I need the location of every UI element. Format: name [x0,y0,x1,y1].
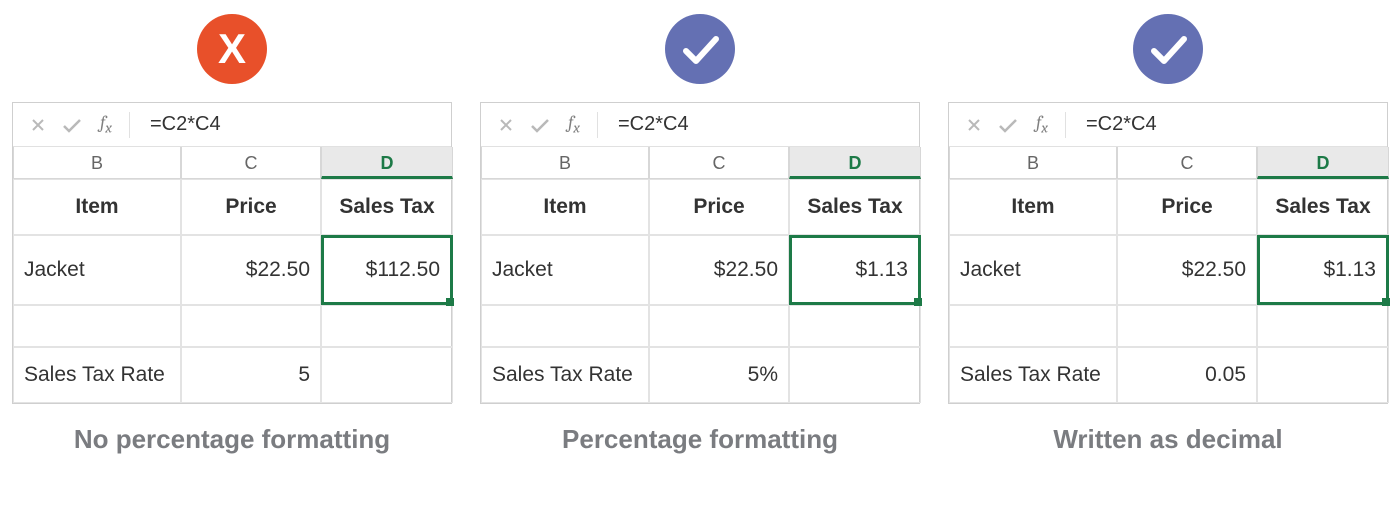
blank-d3[interactable] [321,305,453,347]
formula-bar: fx =C2*C4 [949,103,1387,147]
blank-b3[interactable] [949,305,1117,347]
header-item[interactable]: Item [481,179,649,235]
blank-d3[interactable] [789,305,921,347]
panel-no-format: X fx =C2*C4 B C D Item Price Sales Ta [12,10,452,455]
panels-row: X fx =C2*C4 B C D Item Price Sales Ta [12,10,1388,455]
check-badge [665,14,735,84]
blank-c3[interactable] [1117,305,1257,347]
check-icon [1146,27,1190,71]
enter-icon[interactable] [55,109,89,141]
header-price[interactable]: Price [181,179,321,235]
cell-item[interactable]: Jacket [481,235,649,305]
check-badge [1133,14,1203,84]
col-c-header[interactable]: C [1117,147,1257,179]
formula-bar: fx =C2*C4 [13,103,451,147]
enter-icon[interactable] [523,109,557,141]
cells-grid: B C D Item Price Sales Tax Jacket $22.50… [949,147,1387,403]
cell-rate-label[interactable]: Sales Tax Rate [481,347,649,403]
col-d-header[interactable]: D [1257,147,1389,179]
caption: No percentage formatting [74,424,390,455]
panel-percent-format: fx =C2*C4 B C D Item Price Sales Tax Jac… [480,10,920,455]
header-item[interactable]: Item [949,179,1117,235]
cancel-icon[interactable] [957,109,991,141]
panel-decimal: fx =C2*C4 B C D Item Price Sales Tax Jac… [948,10,1388,455]
spreadsheet: fx =C2*C4 B C D Item Price Sales Tax Jac… [948,102,1388,404]
formula-input[interactable]: =C2*C4 [136,103,451,146]
cancel-icon[interactable] [489,109,523,141]
x-icon: X [218,28,246,70]
header-price[interactable]: Price [1117,179,1257,235]
blank-d4[interactable] [789,347,921,403]
cell-rate-label[interactable]: Sales Tax Rate [13,347,181,403]
fx-icon[interactable]: fx [557,109,591,141]
cell-item[interactable]: Jacket [13,235,181,305]
blank-d4[interactable] [321,347,453,403]
cell-price[interactable]: $22.50 [1117,235,1257,305]
caption: Percentage formatting [562,424,838,455]
cell-rate-value[interactable]: 0.05 [1117,347,1257,403]
blank-c3[interactable] [649,305,789,347]
spreadsheet: fx =C2*C4 B C D Item Price Sales Tax Jac… [480,102,920,404]
header-tax[interactable]: Sales Tax [321,179,453,235]
cell-rate-value[interactable]: 5% [649,347,789,403]
cancel-icon[interactable] [21,109,55,141]
check-icon [678,27,722,71]
separator [1065,112,1066,138]
col-b-header[interactable]: B [481,147,649,179]
header-item[interactable]: Item [13,179,181,235]
x-badge: X [197,14,267,84]
blank-b3[interactable] [13,305,181,347]
cell-rate-value[interactable]: 5 [181,347,321,403]
cells-grid: B C D Item Price Sales Tax Jacket $22.50… [481,147,919,403]
cell-rate-label[interactable]: Sales Tax Rate [949,347,1117,403]
cell-item[interactable]: Jacket [949,235,1117,305]
col-b-header[interactable]: B [13,147,181,179]
header-tax[interactable]: Sales Tax [1257,179,1389,235]
caption: Written as decimal [1053,424,1282,455]
spreadsheet: fx =C2*C4 B C D Item Price Sales Tax Jac… [12,102,452,404]
formula-input[interactable]: =C2*C4 [604,103,919,146]
enter-icon[interactable] [991,109,1025,141]
separator [597,112,598,138]
blank-b3[interactable] [481,305,649,347]
blank-c3[interactable] [181,305,321,347]
cell-tax-selected[interactable]: $1.13 [1257,235,1389,305]
fx-icon[interactable]: fx [1025,109,1059,141]
header-price[interactable]: Price [649,179,789,235]
cell-price[interactable]: $22.50 [649,235,789,305]
blank-d4[interactable] [1257,347,1389,403]
header-tax[interactable]: Sales Tax [789,179,921,235]
cells-grid: B C D Item Price Sales Tax Jacket $22.50… [13,147,451,403]
col-c-header[interactable]: C [649,147,789,179]
fx-icon[interactable]: fx [89,109,123,141]
col-c-header[interactable]: C [181,147,321,179]
col-b-header[interactable]: B [949,147,1117,179]
separator [129,112,130,138]
cell-price[interactable]: $22.50 [181,235,321,305]
formula-bar: fx =C2*C4 [481,103,919,147]
cell-tax-selected[interactable]: $1.13 [789,235,921,305]
formula-input[interactable]: =C2*C4 [1072,103,1387,146]
blank-d3[interactable] [1257,305,1389,347]
col-d-header[interactable]: D [321,147,453,179]
cell-tax-selected[interactable]: $112.50 [321,235,453,305]
col-d-header[interactable]: D [789,147,921,179]
